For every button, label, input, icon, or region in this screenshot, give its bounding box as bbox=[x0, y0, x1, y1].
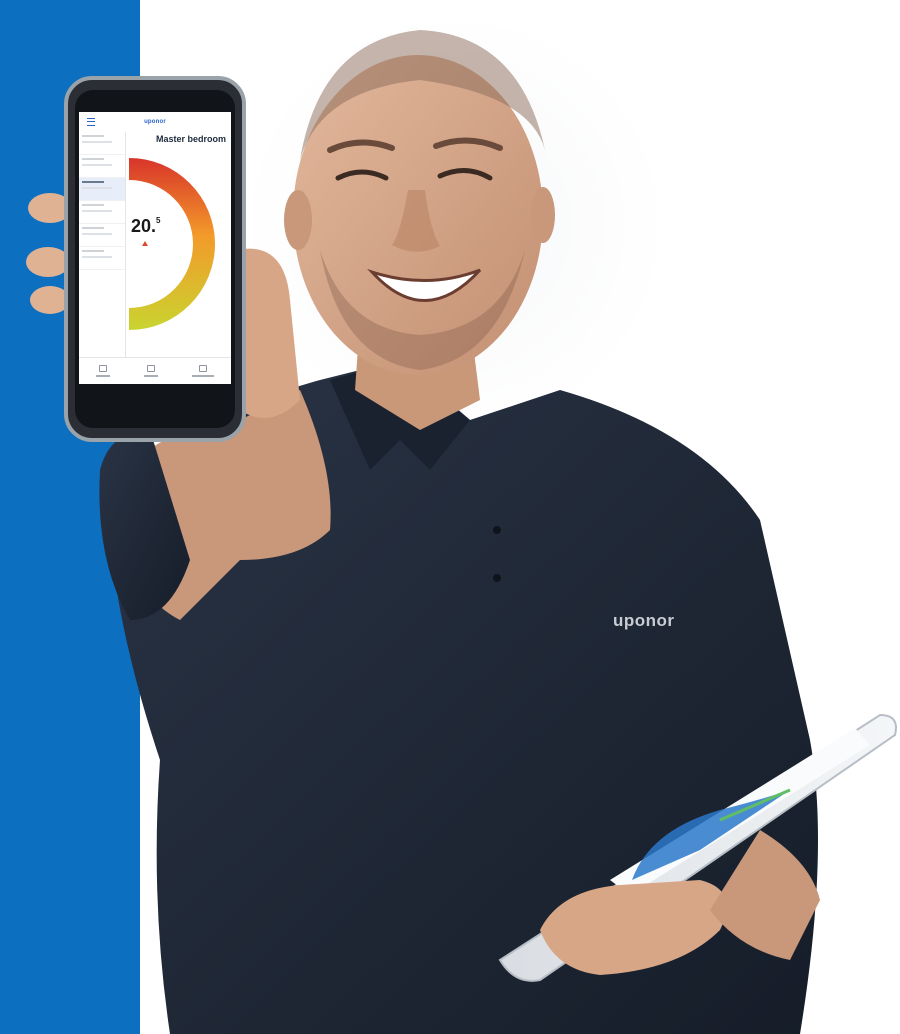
room-list-item[interactable] bbox=[79, 201, 125, 224]
app-header: uponor bbox=[79, 112, 231, 132]
shirt-brand-logo: uponor bbox=[613, 611, 675, 630]
shirt-button bbox=[493, 526, 501, 534]
room-title: Master bedroom bbox=[155, 134, 226, 144]
finger bbox=[26, 247, 70, 277]
app-logo: uponor bbox=[144, 119, 166, 125]
app-body: Master bedroom 20.5 bbox=[79, 132, 231, 358]
phone-screen: uponor Master bedroom 20.5 bbox=[79, 112, 231, 384]
shirt-button bbox=[493, 574, 501, 582]
chart-icon bbox=[147, 365, 155, 372]
room-list-item[interactable] bbox=[79, 132, 125, 155]
temperature-gauge[interactable] bbox=[127, 156, 231, 336]
left-ear bbox=[284, 190, 312, 250]
right-ear bbox=[531, 187, 555, 243]
room-list-item[interactable] bbox=[79, 224, 125, 247]
temperature-decimal: 5 bbox=[156, 216, 161, 225]
menu-icon[interactable] bbox=[87, 118, 95, 126]
temperature-readout: 20.5 bbox=[131, 216, 160, 237]
room-list-item[interactable] bbox=[79, 155, 125, 178]
app-tab-bar bbox=[79, 357, 231, 384]
home-icon bbox=[99, 365, 107, 372]
room-list-item-active[interactable] bbox=[79, 178, 125, 201]
tab-system[interactable] bbox=[144, 365, 158, 377]
tab-rooms[interactable] bbox=[96, 365, 110, 377]
tab-settings[interactable] bbox=[192, 365, 214, 377]
arrow-up-icon bbox=[142, 241, 148, 246]
gear-icon bbox=[199, 365, 207, 372]
temperature-value: 20. bbox=[131, 216, 157, 236]
room-list-item[interactable] bbox=[79, 247, 125, 270]
room-list bbox=[79, 132, 126, 358]
